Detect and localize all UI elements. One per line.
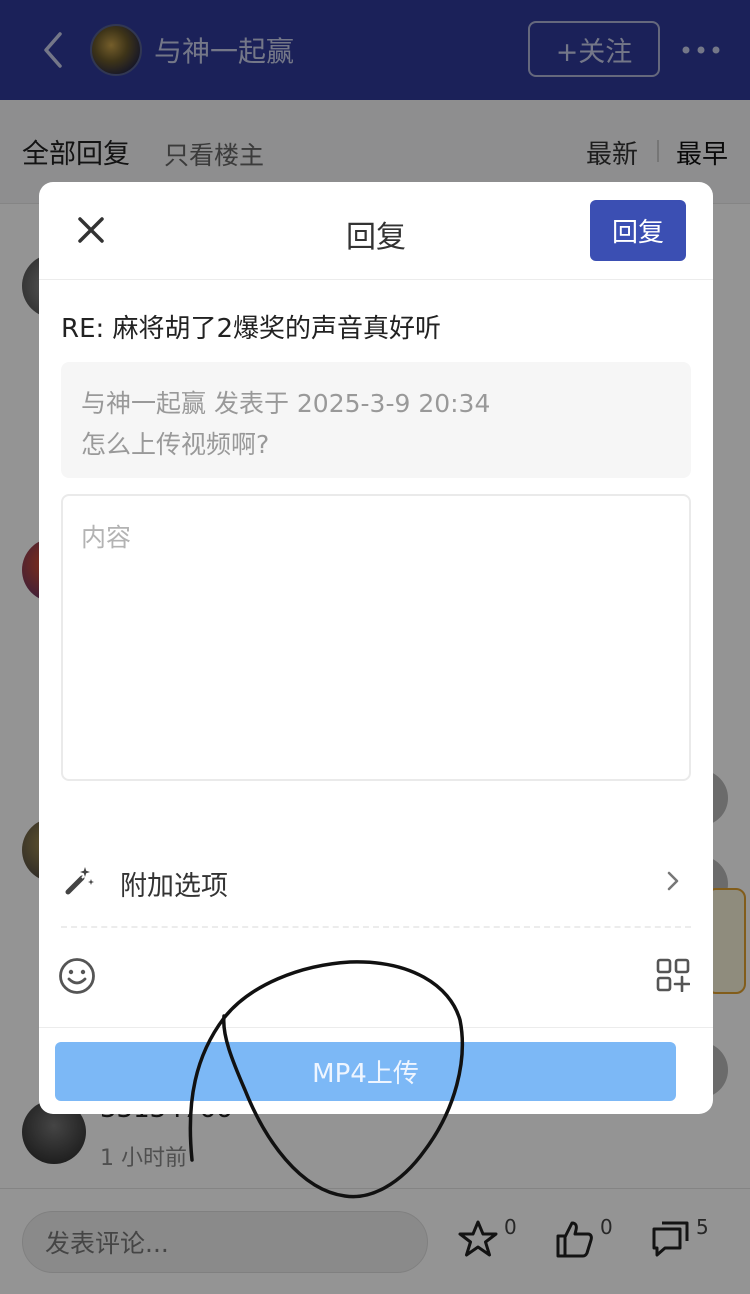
emoji-icon[interactable] <box>58 957 96 995</box>
apps-add-icon[interactable] <box>656 958 690 992</box>
reply-subject: RE: 麻将胡了2爆奖的声音真好听 <box>61 314 442 344</box>
extra-options-label[interactable]: 附加选项 <box>120 864 228 903</box>
reply-modal: 回复 回复 RE: 麻将胡了2爆奖的声音真好听 与神一起赢 发表于 2025-3… <box>39 182 713 1114</box>
content-placeholder: 内容 <box>81 523 132 552</box>
quote-body: 怎么上传视频啊? <box>81 430 270 459</box>
mp4-upload-button[interactable]: MP4上传 <box>55 1042 676 1101</box>
magic-wand-icon <box>65 867 94 895</box>
submit-reply-button[interactable]: 回复 <box>590 200 686 261</box>
section-divider <box>61 926 691 928</box>
modal-header: 回复 回复 <box>39 182 713 280</box>
quote-meta: 与神一起赢 发表于 2025-3-9 20:34 <box>81 389 491 418</box>
upload-divider <box>39 1027 713 1028</box>
chevron-right-icon[interactable] <box>665 870 681 892</box>
content-textarea[interactable]: 内容 <box>61 494 691 781</box>
quoted-post: 与神一起赢 发表于 2025-3-9 20:34 怎么上传视频啊? <box>61 362 691 478</box>
